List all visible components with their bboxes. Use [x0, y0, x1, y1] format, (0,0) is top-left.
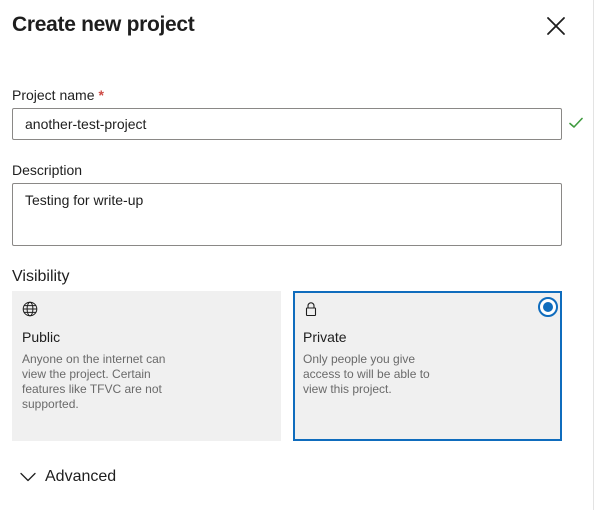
- advanced-toggle[interactable]: Advanced: [20, 466, 116, 488]
- lock-icon: [305, 302, 317, 317]
- description-textarea[interactable]: Testing for write-up: [12, 183, 562, 246]
- project-name-input[interactable]: [12, 108, 562, 140]
- project-name-label: Project name *: [12, 87, 104, 103]
- advanced-label: Advanced: [45, 468, 117, 485]
- project-name-label-text: Project name: [12, 87, 95, 103]
- public-option-title: Public: [22, 329, 61, 345]
- close-button[interactable]: [542, 12, 570, 40]
- radio-selected-dot: [543, 302, 553, 312]
- required-marker: *: [98, 87, 104, 103]
- panel-edge-divider: [593, 0, 594, 510]
- close-icon: [547, 17, 565, 35]
- description-label: Description: [12, 162, 83, 178]
- public-option-description: Anyone on the internet can view the proj…: [22, 352, 166, 411]
- globe-icon: [22, 301, 38, 317]
- visibility-option-public[interactable]: Public Anyone on the internet can view t…: [12, 291, 281, 441]
- private-radio-selected[interactable]: [538, 297, 558, 317]
- chevron-down-icon: [20, 472, 36, 482]
- visibility-option-private[interactable]: Private Only people you give access to w…: [293, 291, 562, 441]
- private-option-title: Private: [303, 329, 347, 345]
- checkmark-icon: [569, 117, 583, 128]
- visibility-label: Visibility: [12, 268, 70, 285]
- dialog-title: Create new project: [12, 13, 195, 36]
- private-option-description: Only people you give access to will be a…: [303, 352, 430, 396]
